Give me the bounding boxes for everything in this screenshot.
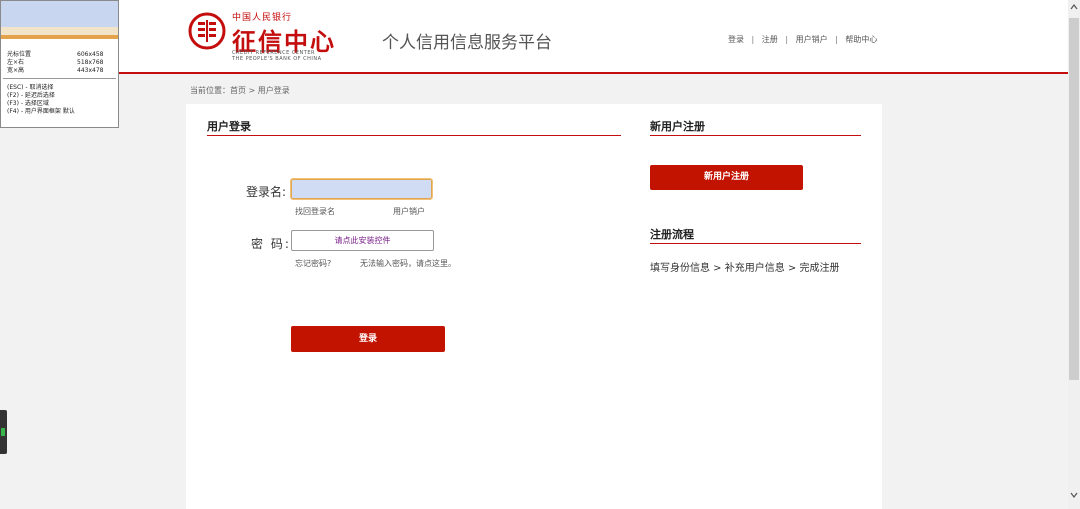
logo-english-line2: THE PEOPLE'S BANK OF CHINA: [232, 56, 322, 62]
register-section-title: 新用户注册: [650, 120, 705, 133]
username-label: 登录名:: [246, 185, 287, 199]
chevron-down-icon[interactable]: [1068, 490, 1080, 504]
magnifier-preview-stripe: [1, 27, 118, 35]
top-link-login[interactable]: 登录: [728, 35, 744, 44]
cursor-position-label: 光标位置: [7, 51, 32, 58]
scrollbar-thumb[interactable]: [1069, 18, 1079, 380]
register-flow-title: 注册流程: [650, 228, 694, 241]
cannot-input-password-link[interactable]: 无法输入密码，请点这里。: [360, 258, 456, 269]
header-divider: [0, 72, 1068, 74]
width-height-label: 宽×高: [7, 67, 25, 74]
top-nav-links: 登录 | 注册 | 用户销户 | 帮助中心: [728, 34, 877, 45]
login-section-title: 用户登录: [207, 120, 251, 133]
platform-title: 个人信用信息服务平台: [382, 33, 552, 53]
username-input[interactable]: [290, 178, 433, 200]
screenshot-tool-overlay: 光标位置 606x458 左×右 518x768 宽×高 443x478 (ES…: [0, 0, 119, 128]
hint-f2: (F2) - 延迟后选择: [7, 92, 55, 99]
site-header: 中国人民银行 征信中心 CREDIT REFERENCE CENTER THE …: [0, 0, 1068, 74]
register-flow-steps: 填写身份信息 > 补充用户信息 > 完成注册: [650, 263, 840, 274]
forgot-password-link[interactable]: 忘记密码?: [295, 258, 331, 269]
login-button[interactable]: 登录: [291, 326, 445, 352]
cursor-position-value: 606x458: [77, 51, 104, 58]
register-section-rule: [650, 135, 861, 136]
overlay-divider: [3, 78, 116, 79]
width-height-value: 443x478: [77, 67, 104, 74]
breadcrumb: 当前位置：首页 > 用户登录: [190, 86, 290, 95]
top-link-cancel-account[interactable]: 用户销户: [796, 35, 828, 44]
link-separator: |: [785, 35, 789, 44]
hint-f4: (F4) - 用户界面框架 默认: [7, 108, 75, 115]
chevron-up-icon[interactable]: [1068, 2, 1080, 16]
logo-english-text: CREDIT REFERENCE CENTER THE PEOPLE'S BAN…: [232, 50, 322, 62]
find-username-link[interactable]: 找回登录名: [295, 206, 335, 217]
cancel-account-link[interactable]: 用户销户: [393, 206, 425, 217]
left-right-value: 518x768: [77, 59, 104, 66]
install-control-button[interactable]: 请点此安装控件: [291, 230, 434, 251]
side-widget-indicator: [1, 428, 5, 436]
new-user-register-button[interactable]: 新用户注册: [650, 165, 803, 190]
hint-esc: (ESC) - 取消选择: [7, 84, 54, 91]
hint-f3: (F3) - 选择区域: [7, 100, 49, 107]
credit-center-emblem-icon: [188, 12, 226, 50]
credit-center-logo[interactable]: 中国人民银行 征信中心 CREDIT REFERENCE CENTER THE …: [188, 8, 338, 64]
top-link-help[interactable]: 帮助中心: [845, 35, 877, 44]
magnifier-preview-stripe-accent: [1, 35, 118, 39]
login-section-rule: [207, 135, 621, 136]
link-separator: |: [751, 35, 755, 44]
link-separator: |: [835, 35, 838, 44]
top-link-register[interactable]: 注册: [762, 35, 778, 44]
register-flow-rule: [650, 243, 861, 244]
left-right-label: 左×右: [7, 59, 25, 66]
password-label: 密 码:: [251, 237, 291, 251]
